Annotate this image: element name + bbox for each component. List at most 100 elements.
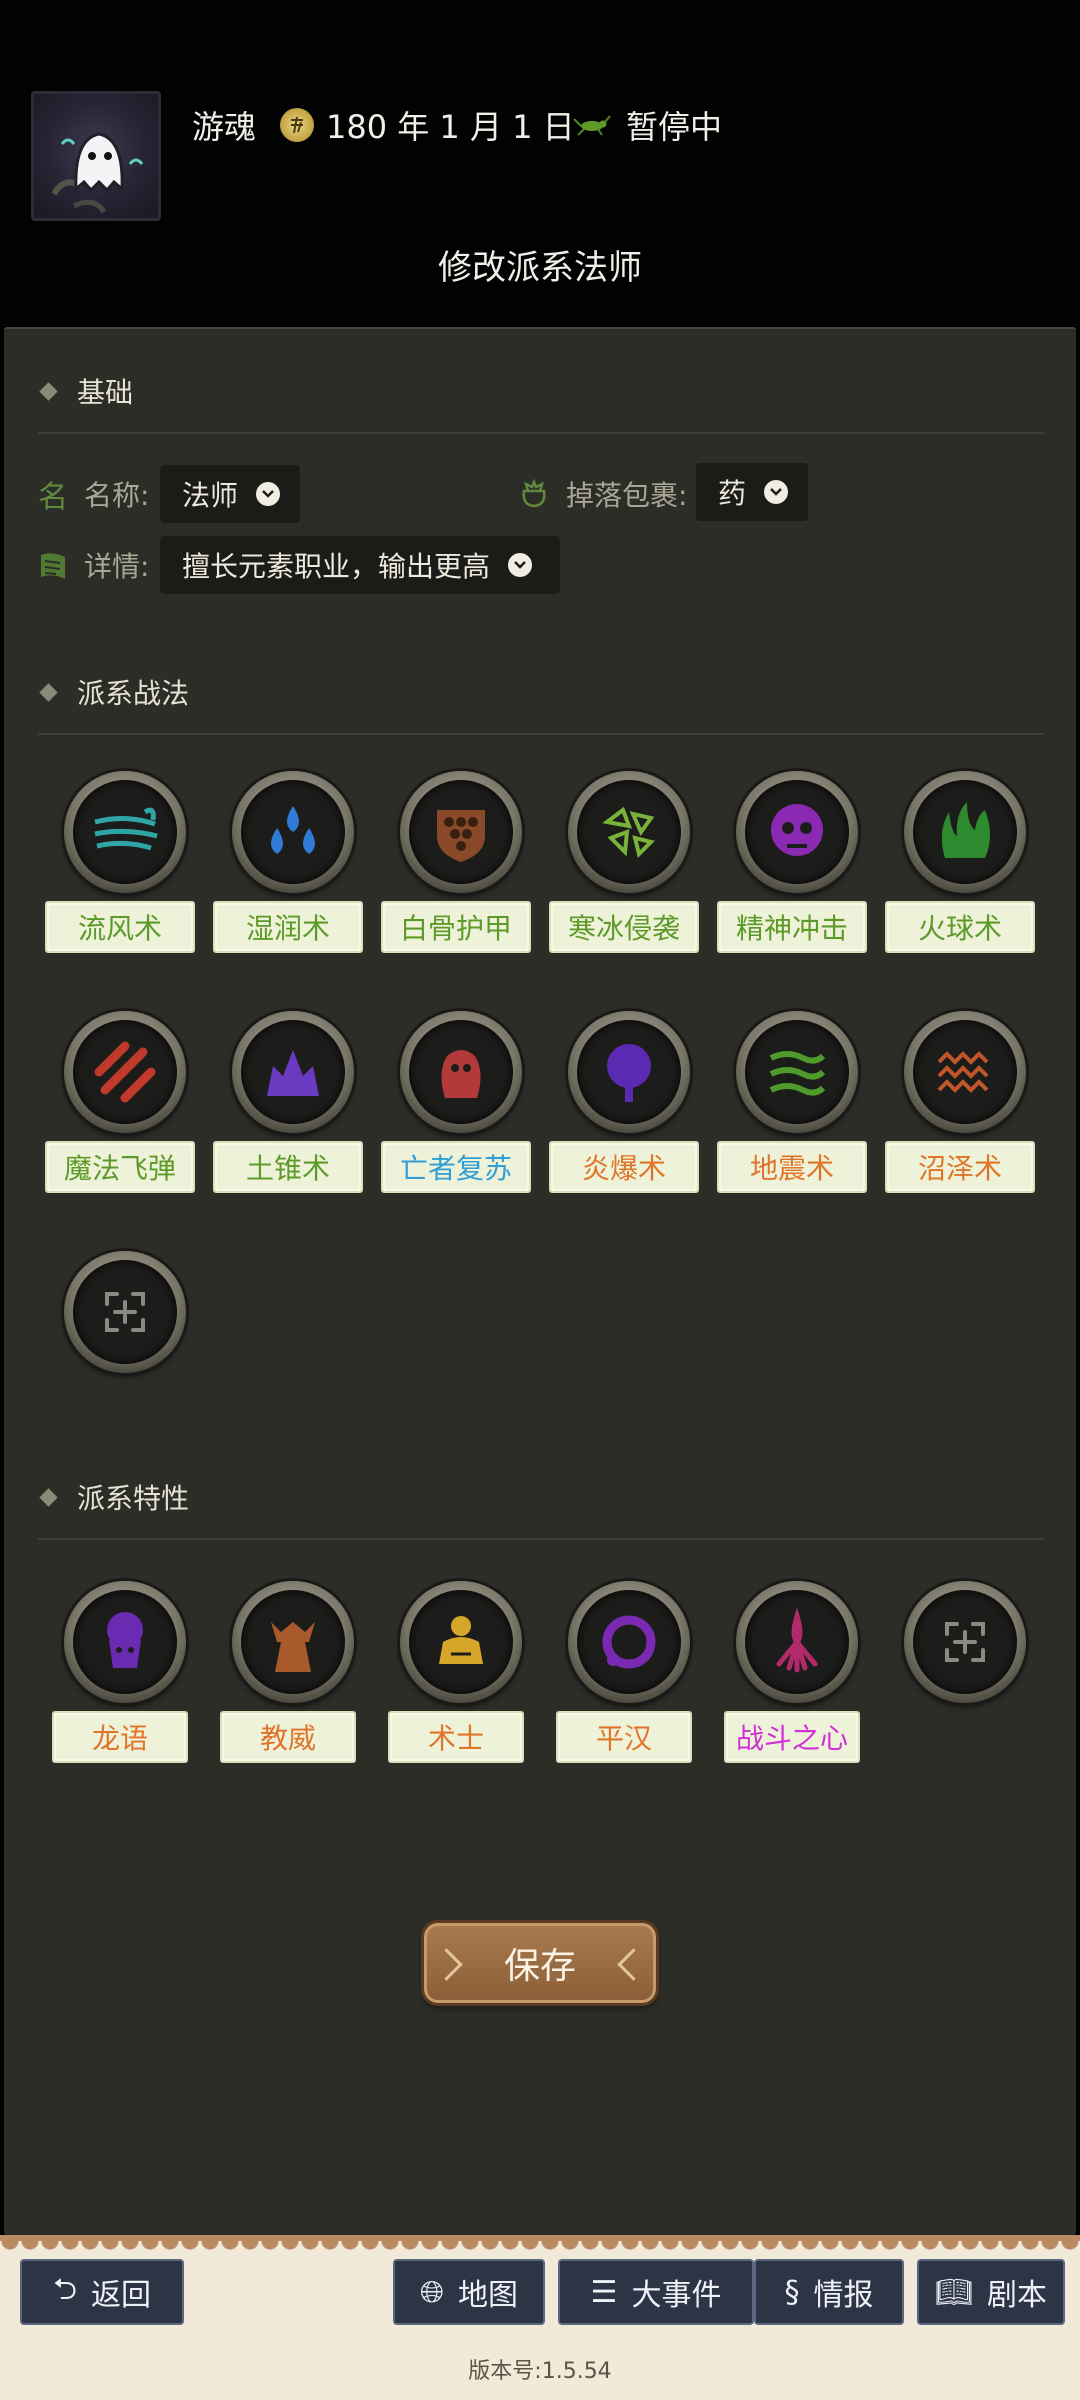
skills-item[interactable]: 土锥术 bbox=[213, 1011, 363, 1211]
skills-item[interactable]: 寒冰侵袭 bbox=[549, 771, 699, 971]
version-text: 版本号:1.5.54 bbox=[468, 2359, 612, 2384]
skills-label: 湿润术 bbox=[213, 901, 363, 953]
skill-orb[interactable] bbox=[568, 771, 690, 893]
skills-item[interactable]: 魔法飞弹 bbox=[45, 1011, 195, 1211]
pause-status-text: 暂停中 bbox=[626, 108, 723, 146]
scroll-icon: § bbox=[784, 2274, 800, 2310]
skill-orb[interactable] bbox=[736, 1581, 858, 1703]
skill-orb[interactable] bbox=[400, 1581, 522, 1703]
water-drops-icon bbox=[271, 806, 315, 854]
skill-orb[interactable] bbox=[64, 1011, 186, 1133]
skill-orb[interactable] bbox=[736, 771, 858, 893]
drop-dropdown[interactable]: 药 bbox=[696, 463, 808, 521]
globe-icon: 🌐︎ bbox=[420, 2274, 444, 2310]
scroll-icon bbox=[41, 553, 65, 579]
skills-label: 白骨护甲 bbox=[381, 901, 531, 953]
skills-label: 亡者复苏 bbox=[381, 1141, 531, 1193]
skills-item[interactable]: 湿润术 bbox=[213, 771, 363, 971]
skill-orb[interactable] bbox=[64, 1251, 186, 1373]
skill-orb[interactable] bbox=[400, 1011, 522, 1133]
cricket-icon bbox=[573, 115, 611, 136]
skill-orb-inner bbox=[241, 1020, 345, 1124]
traits-item[interactable]: 战斗之心 bbox=[717, 1581, 867, 1781]
quake-icon bbox=[769, 1051, 826, 1096]
traits-item[interactable]: 龙语 bbox=[45, 1581, 195, 1781]
skill-orb-inner bbox=[745, 1590, 849, 1694]
diamond-bullet-icon bbox=[39, 682, 58, 702]
bottom-nav-bar: ⮌ 返回 🌐︎ 地图 ☰ 大事件 § 情报 📖︎ 剧本 版本号:1.5.54 bbox=[0, 2235, 1080, 2400]
earth-spike-icon bbox=[267, 1050, 319, 1096]
skill-orb[interactable] bbox=[568, 1011, 690, 1133]
swamp-waves-icon bbox=[937, 1051, 989, 1093]
skill-orb-inner bbox=[745, 1020, 849, 1124]
skill-orb-inner bbox=[73, 1590, 177, 1694]
traits-label: 教威 bbox=[220, 1711, 356, 1763]
skills-item[interactable]: 白骨护甲 bbox=[381, 771, 531, 971]
traits-item[interactable]: 平汉 bbox=[549, 1581, 699, 1781]
skill-orb[interactable] bbox=[232, 1011, 354, 1133]
save-button[interactable]: 保存 bbox=[424, 1923, 656, 2003]
name-field-label: 名 名称: bbox=[38, 465, 149, 523]
section-basic-header: 基础 bbox=[39, 371, 133, 411]
traits-item[interactable]: 教威 bbox=[213, 1581, 363, 1781]
skill-orb-inner bbox=[73, 1260, 177, 1364]
name-value: 法师 bbox=[182, 479, 239, 512]
name-dropdown[interactable]: 法师 bbox=[160, 465, 300, 523]
skills-item[interactable]: 流风术 bbox=[45, 771, 195, 971]
divider bbox=[38, 432, 1044, 434]
pause-status[interactable]: 暂停中 bbox=[572, 100, 722, 150]
avatar[interactable] bbox=[31, 91, 161, 221]
skill-orb[interactable] bbox=[64, 771, 186, 893]
mind-skull-icon bbox=[771, 804, 823, 856]
skill-orb-inner bbox=[577, 1020, 681, 1124]
add-traits-button[interactable] bbox=[885, 1581, 1035, 1781]
name-glyph-icon: 名 bbox=[38, 480, 68, 515]
diamond-bullet-icon bbox=[39, 381, 58, 401]
traits-item[interactable]: 术士 bbox=[381, 1581, 531, 1781]
skills-item[interactable]: 亡者复苏 bbox=[381, 1011, 531, 1211]
events-button[interactable]: ☰ 大事件 bbox=[558, 2259, 754, 2325]
feather-heart-icon bbox=[776, 1607, 818, 1673]
undead-icon bbox=[441, 1050, 481, 1098]
skill-orb[interactable] bbox=[400, 771, 522, 893]
bag-icon bbox=[522, 479, 546, 508]
missile-slash-icon bbox=[94, 1041, 156, 1103]
script-button[interactable]: 📖︎ 剧本 bbox=[917, 2259, 1065, 2325]
skills-item[interactable]: 地震术 bbox=[717, 1011, 867, 1211]
skills-item[interactable]: 火球术 bbox=[885, 771, 1035, 971]
add-skills-button[interactable] bbox=[45, 1251, 195, 1451]
back-button-label: 返回 bbox=[91, 2278, 152, 2313]
detail-dropdown[interactable]: 擅长元素职业，输出更高 bbox=[160, 536, 560, 594]
skill-orb-inner bbox=[577, 1590, 681, 1694]
back-button[interactable]: ⮌ 返回 bbox=[20, 2259, 184, 2325]
chevron-down-icon bbox=[508, 553, 533, 577]
traits-label: 术士 bbox=[388, 1711, 524, 1763]
decorative-border bbox=[0, 2241, 1080, 2255]
skill-orb[interactable] bbox=[904, 1581, 1026, 1703]
skill-orb[interactable] bbox=[904, 1011, 1026, 1133]
skills-label: 炎爆术 bbox=[549, 1141, 699, 1193]
skill-orb[interactable] bbox=[232, 1581, 354, 1703]
traits-label: 平汉 bbox=[556, 1711, 692, 1763]
date-display: 180 年 1 月 1 日 bbox=[280, 100, 575, 150]
skill-orb[interactable] bbox=[232, 771, 354, 893]
skill-orb[interactable] bbox=[568, 1581, 690, 1703]
skills-item[interactable]: 沼泽术 bbox=[885, 1011, 1035, 1211]
drop-value: 药 bbox=[718, 477, 747, 510]
skills-item[interactable]: 炎爆术 bbox=[549, 1011, 699, 1211]
skill-orb-inner bbox=[913, 1020, 1017, 1124]
ghost-icon bbox=[51, 132, 144, 214]
section-skills-header: 派系战法 bbox=[39, 672, 189, 712]
meditating-icon bbox=[439, 1616, 483, 1664]
save-button-label: 保存 bbox=[503, 1946, 576, 1987]
intel-button[interactable]: § 情报 bbox=[754, 2259, 904, 2325]
skills-item[interactable]: 精神冲击 bbox=[717, 771, 867, 971]
skill-orb-inner bbox=[577, 780, 681, 884]
map-button[interactable]: 🌐︎ 地图 bbox=[393, 2259, 545, 2325]
skill-orb[interactable] bbox=[64, 1581, 186, 1703]
skill-orb[interactable] bbox=[904, 771, 1026, 893]
ring-icon bbox=[602, 1615, 656, 1669]
page-title: 修改派系法师 bbox=[438, 248, 642, 288]
undo-arrow-icon: ⮌ bbox=[52, 2271, 78, 2307]
skill-orb[interactable] bbox=[736, 1011, 858, 1133]
